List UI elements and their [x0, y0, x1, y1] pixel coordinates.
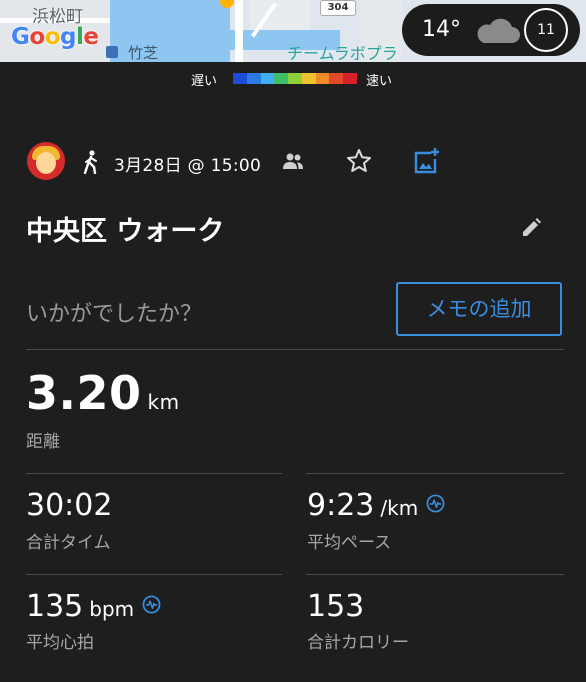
weather-count-badge[interactable]: 11 — [524, 8, 568, 52]
road-number-badge: 304 — [320, 0, 356, 16]
google-logo-letter: G — [11, 24, 30, 50]
avg-pace-stat: 9:23/km — [307, 488, 445, 523]
total-time-label: 合計タイム — [26, 533, 111, 553]
weather-temperature: 14° — [422, 17, 461, 42]
avg-heart-rate-value: 135 — [26, 589, 84, 624]
activity-title: 中央区 ウォーク — [26, 216, 225, 247]
pulse-icon[interactable] — [426, 494, 445, 513]
divider — [26, 349, 564, 350]
distance-label: 距離 — [26, 432, 60, 452]
speed-legend-segment — [301, 73, 316, 84]
distance-unit: km — [147, 390, 180, 414]
speed-legend-segment — [343, 73, 358, 84]
avatar[interactable] — [27, 142, 65, 180]
speed-legend-segment — [246, 73, 261, 84]
speed-legend-segment — [315, 73, 330, 84]
google-logo-letter: o — [29, 24, 45, 50]
map-pin-icon — [220, 0, 234, 8]
speed-legend-segment — [288, 73, 302, 84]
google-logo-letter: o — [44, 24, 61, 50]
divider — [26, 473, 282, 474]
weather-widget[interactable]: 14° 11 — [402, 4, 580, 56]
feeling-prompt: いかがでしたか？ — [26, 302, 203, 327]
google-logo-letter: g — [60, 24, 76, 50]
route-map[interactable]: 浜松町 竹芝 チームラボプラ 304 Google 14° 11 — [0, 0, 586, 62]
station-icon — [106, 46, 118, 58]
avg-heart-rate-label: 平均心拍 — [26, 633, 94, 653]
avg-pace-value: 9:23 — [307, 488, 375, 523]
speed-legend-slow-label: 遅い — [191, 74, 218, 89]
activity-date: 3月28日 @ 15:00 — [114, 156, 262, 176]
calories-stat: 153 — [307, 589, 364, 624]
avg-heart-rate-stat: 135 bpm — [26, 589, 161, 624]
distance-stat: 3.20 km — [26, 366, 180, 420]
avatar-face — [36, 152, 56, 174]
add-memo-button[interactable]: メモの追加 — [396, 282, 562, 336]
distance-value: 3.20 — [26, 366, 142, 420]
avg-pace-unit: /km — [380, 496, 419, 520]
total-time-stat: 30:02 — [26, 488, 112, 523]
map-road — [235, 0, 243, 62]
map-label-station: 竹芝 — [128, 44, 159, 62]
google-logo: Google — [11, 24, 99, 50]
add-photo-icon[interactable] — [411, 146, 441, 176]
map-label-place: チームラボプラ — [287, 44, 398, 62]
speed-legend-segment — [274, 73, 289, 84]
avg-pace-label: 平均ペース — [307, 533, 392, 553]
calories-value: 153 — [307, 589, 365, 624]
cloud-icon — [477, 18, 520, 43]
star-icon[interactable] — [346, 148, 372, 174]
pulse-icon[interactable] — [142, 595, 161, 614]
speed-legend-segment — [233, 73, 247, 84]
speed-legend-segment — [329, 73, 344, 84]
total-time-value: 30:02 — [26, 488, 113, 523]
speed-legend-fast-label: 速い — [366, 74, 393, 89]
edit-pencil-icon[interactable] — [520, 217, 542, 239]
divider — [306, 574, 564, 575]
speed-legend-segment — [260, 73, 275, 84]
walk-icon — [83, 150, 97, 174]
avg-heart-rate-unit: bpm — [89, 597, 135, 621]
divider — [306, 473, 564, 474]
calories-label: 合計カロリー — [307, 633, 409, 653]
people-icon[interactable] — [282, 152, 304, 170]
divider — [26, 574, 282, 575]
speed-legend-bar — [233, 73, 358, 84]
google-logo-letter: e — [83, 24, 99, 50]
